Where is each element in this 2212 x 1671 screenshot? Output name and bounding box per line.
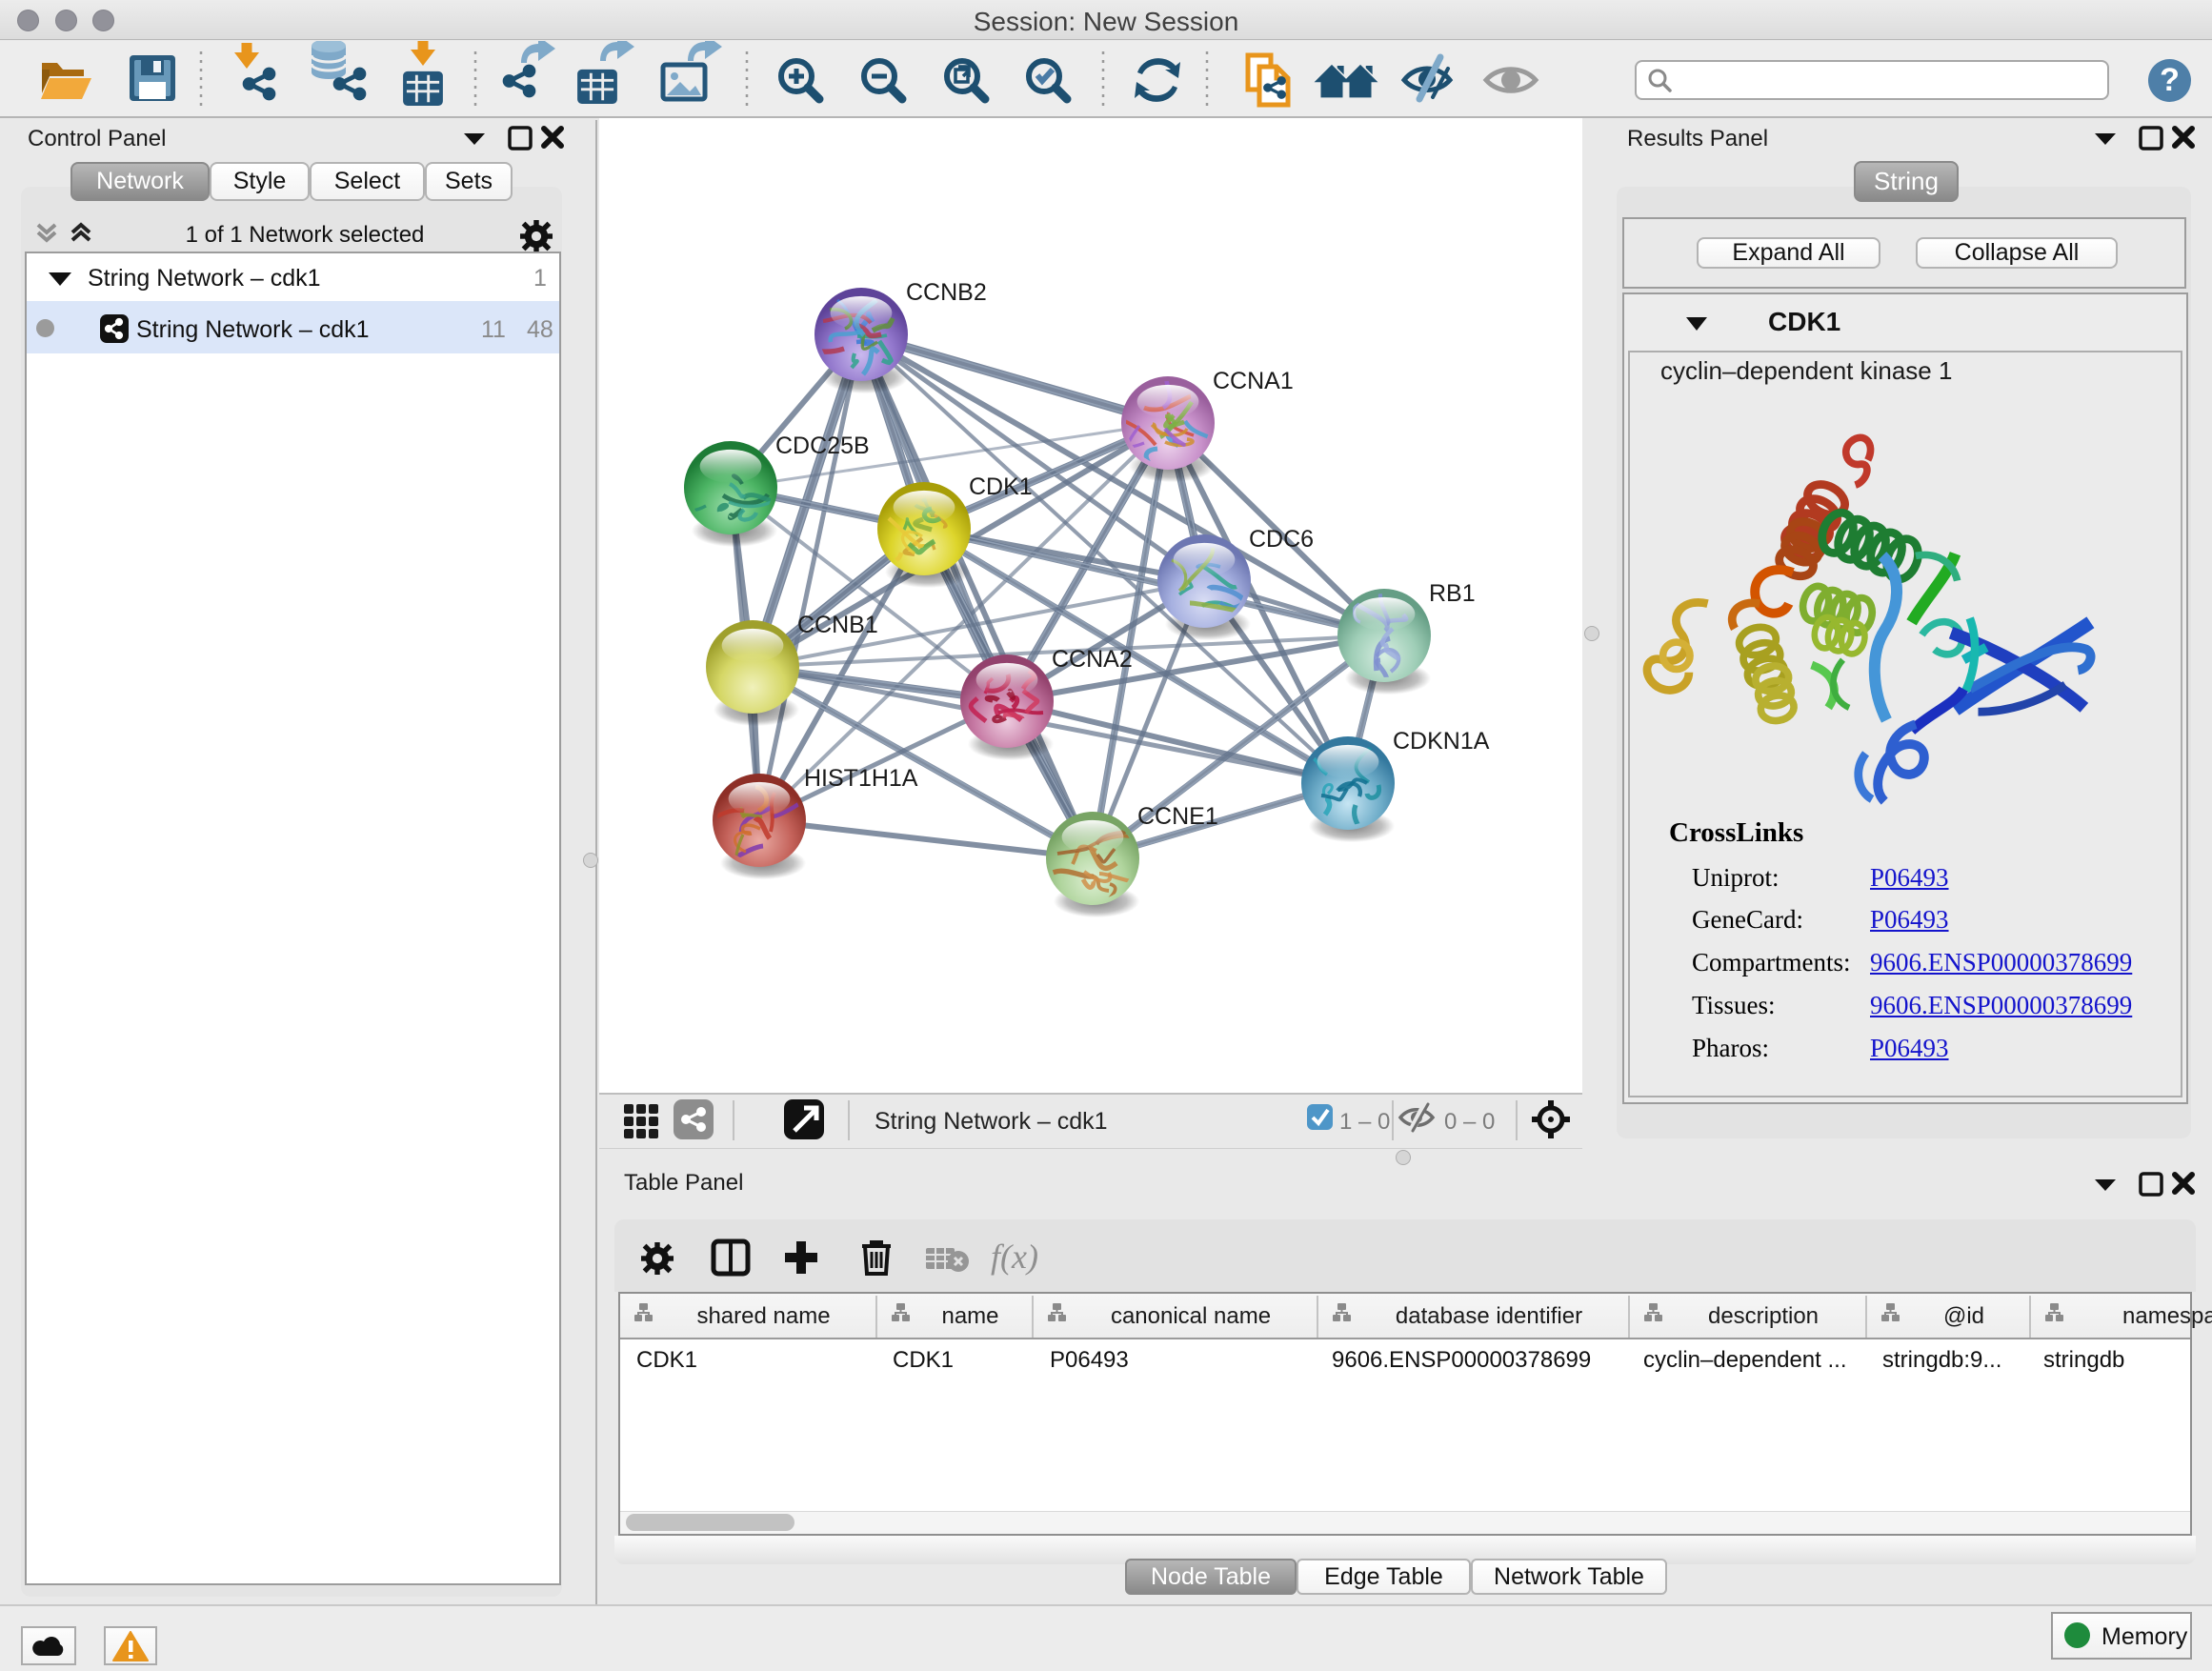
svg-text:CCNA1: CCNA1 xyxy=(1213,368,1294,394)
svg-text:CCNB1: CCNB1 xyxy=(797,612,878,638)
svg-text:CDC6: CDC6 xyxy=(1249,526,1314,553)
svg-text:CCNA2: CCNA2 xyxy=(1052,646,1133,673)
svg-text:CDC25B: CDC25B xyxy=(775,433,870,459)
svg-text:CDK1: CDK1 xyxy=(969,473,1033,500)
svg-text:HIST1H1A: HIST1H1A xyxy=(804,765,918,792)
svg-text:CDKN1A: CDKN1A xyxy=(1393,728,1490,755)
svg-text:RB1: RB1 xyxy=(1429,580,1476,607)
svg-text:CCNB2: CCNB2 xyxy=(906,279,987,306)
svg-text:CCNE1: CCNE1 xyxy=(1137,803,1218,830)
